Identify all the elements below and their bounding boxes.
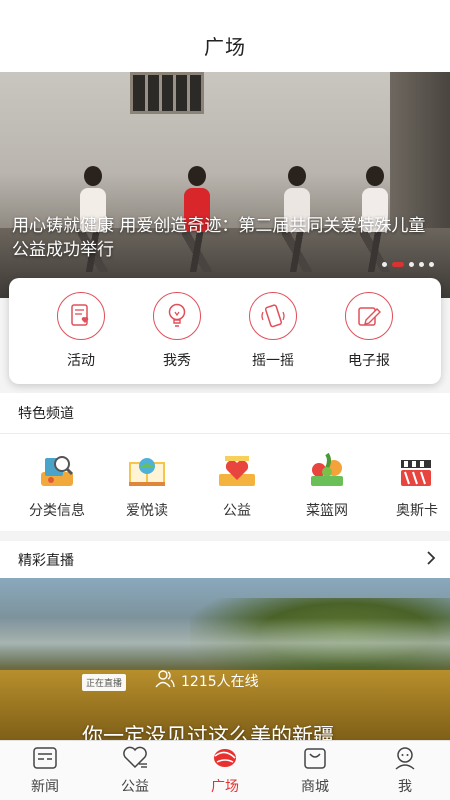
banner-caption: 用心铸就健康 用爱创造奇迹：第二届共同关爱特殊儿童公益成功举行 <box>12 216 426 260</box>
live-stream-title: 你一定没见过这么美的新疆 <box>82 724 334 740</box>
tab-charity[interactable]: 公益 <box>90 741 180 800</box>
channel-label: 奥斯卡 <box>396 503 438 519</box>
charity-heart-icon <box>215 450 259 490</box>
channel-reading[interactable]: 爱悦读 <box>102 450 192 520</box>
chevron-right-icon[interactable] <box>426 550 436 569</box>
pencil-note-icon <box>345 292 393 340</box>
reading-icon <box>125 450 169 490</box>
section-title: 特色频道 <box>0 393 450 433</box>
channel-charity[interactable]: 公益 <box>192 450 282 520</box>
section-title[interactable]: 精彩直播 <box>0 541 450 578</box>
channel-label: 菜篮网 <box>306 503 348 519</box>
banner-dot[interactable] <box>429 262 434 267</box>
classifieds-icon <box>35 450 79 490</box>
live-viewer-text: 1215人在线 <box>181 674 259 690</box>
quick-action-epaper[interactable]: 电子报 <box>334 292 404 384</box>
page-title: 广场 <box>204 35 246 59</box>
document-heart-icon <box>57 292 105 340</box>
quick-action-show[interactable]: 我秀 <box>142 292 212 384</box>
movie-icon <box>395 450 439 490</box>
channel-classifieds[interactable]: 分类信息 <box>12 450 102 520</box>
banner-dot[interactable] <box>382 262 387 267</box>
heart-icon <box>121 746 149 774</box>
quick-action-label: 摇一摇 <box>252 353 294 369</box>
live-photo-mist <box>0 618 450 668</box>
news-icon <box>32 746 58 774</box>
top-header: 广场 <box>0 0 450 72</box>
tab-label: 广场 <box>211 778 239 795</box>
banner-photo-window <box>130 72 204 114</box>
channel-movies[interactable]: 奥斯卡 <box>372 450 450 520</box>
phone-shake-icon <box>249 292 297 340</box>
quick-action-label: 我秀 <box>163 353 191 369</box>
tab-label: 新闻 <box>31 778 59 795</box>
quick-actions-card: 活动 我秀 摇一摇 电子报 <box>9 278 441 384</box>
lightbulb-icon <box>153 292 201 340</box>
shopping-bag-icon <box>302 746 328 774</box>
tab-label: 公益 <box>121 778 149 795</box>
live-viewer-count: 1215人在线 <box>155 670 259 692</box>
quick-action-activities[interactable]: 活动 <box>46 292 116 384</box>
profile-icon <box>392 746 418 774</box>
live-status-badge: 正在直播 <box>82 674 127 691</box>
vegetable-basket-icon <box>305 450 349 490</box>
users-icon <box>155 670 175 692</box>
featured-channels-section: 特色频道 分类信息 爱悦读 公益 菜篮网 奥斯卡 <box>0 393 450 531</box>
live-stream-card[interactable]: 正在直播 1215人在线 你一定没见过这么美的新疆 <box>0 578 450 740</box>
bottom-tab-bar: 新闻 公益 广场 商城 我 <box>0 740 450 800</box>
banner-dot[interactable] <box>419 262 424 267</box>
tab-news[interactable]: 新闻 <box>0 741 90 800</box>
banner-pagination[interactable] <box>382 262 434 267</box>
quick-action-shake[interactable]: 摇一摇 <box>238 292 308 384</box>
quick-action-label: 活动 <box>67 353 95 369</box>
banner-dot-active[interactable] <box>392 262 404 267</box>
featured-channels-title: 特色频道 <box>18 406 74 422</box>
live-section: 精彩直播 正在直播 1215人在线 你一定没见过这么美的新疆 <box>0 541 450 740</box>
live-section-title: 精彩直播 <box>18 552 74 569</box>
tab-me[interactable]: 我 <box>360 741 450 800</box>
channel-label: 爱悦读 <box>126 503 168 519</box>
feature-channel-row[interactable]: 分类信息 爱悦读 公益 菜篮网 奥斯卡 <box>0 434 450 520</box>
channel-label: 公益 <box>223 503 251 519</box>
tab-plaza[interactable]: 广场 <box>180 741 270 800</box>
plaza-screen: 广场 用心铸就健康 用爱创造奇迹：第二届共同关爱特殊儿童公益成功举行 活动 我秀… <box>0 0 450 800</box>
tab-mall[interactable]: 商城 <box>270 741 360 800</box>
banner-dot[interactable] <box>409 262 414 267</box>
plaza-icon <box>211 746 239 774</box>
channel-vegetable-basket[interactable]: 菜篮网 <box>282 450 372 520</box>
quick-action-label: 电子报 <box>348 353 390 369</box>
channel-label: 分类信息 <box>29 503 85 519</box>
tab-label: 商城 <box>301 778 329 795</box>
tab-label: 我 <box>398 778 412 795</box>
